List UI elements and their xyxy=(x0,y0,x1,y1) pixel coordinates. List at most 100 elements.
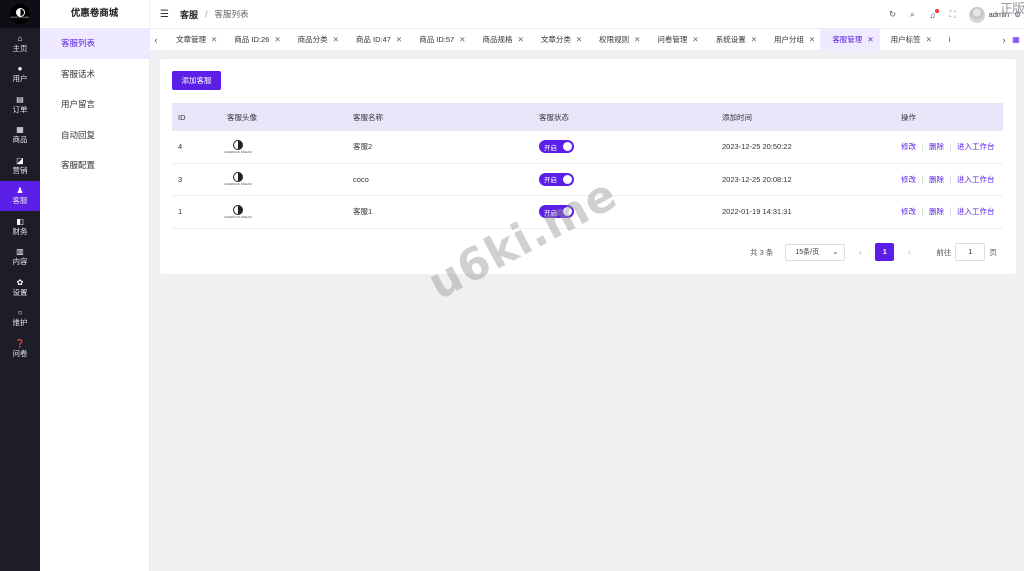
close-icon[interactable]: ✕ xyxy=(926,35,932,44)
tab-label: 文章分类 xyxy=(540,35,571,44)
status-toggle[interactable]: 开启 xyxy=(539,172,574,186)
add-service-button[interactable]: 添加客服 xyxy=(172,71,221,90)
goto-page-input[interactable]: 1 xyxy=(955,243,986,261)
fullscreen-icon[interactable]: ⛶ xyxy=(943,9,963,20)
rail-item-label: 问卷 xyxy=(12,348,28,358)
pagination: 共 3 条 15条/页 ⌄ ‹ 1 › 前往 1 页 xyxy=(750,243,997,261)
service-avatar[interactable]: AMERICAN DREAM xyxy=(224,204,252,220)
service-avatar[interactable]: AMERICAN DREAM xyxy=(224,139,252,155)
workbench-link[interactable]: 进入工作台 xyxy=(957,142,995,151)
tab-item[interactable]: 客服管理 ✕ xyxy=(820,29,880,51)
survey-icon: ❓ xyxy=(15,338,25,348)
close-icon[interactable]: ✕ xyxy=(211,35,217,44)
close-icon[interactable]: ✕ xyxy=(751,35,757,44)
submenu-item[interactable]: 客服列表 xyxy=(40,28,149,59)
status-toggle[interactable]: 开启 xyxy=(539,140,574,154)
service-icon: ♟ xyxy=(16,186,24,196)
tab-item[interactable]: 商品规格 ✕ xyxy=(471,29,530,51)
toggle-label: 开启 xyxy=(544,144,557,152)
service-avatar[interactable]: AMERICAN DREAM xyxy=(224,172,252,187)
rail-item-10[interactable]: ❓ 问卷 xyxy=(0,333,40,364)
prev-page-icon[interactable]: ‹ xyxy=(851,247,869,257)
cell-time: 2023-12-25 20:50:22 xyxy=(722,142,792,152)
breadcrumb-root[interactable]: 客服 xyxy=(180,8,198,21)
tab-label: 用户分组 xyxy=(774,35,805,44)
tab-item[interactable]: 问卷管理 ✕ xyxy=(645,29,704,51)
refresh-icon[interactable]: ↻ xyxy=(883,9,903,20)
next-page-icon[interactable]: › xyxy=(900,247,918,257)
tab-label: 用户标签 xyxy=(890,35,921,44)
col-avatar: 客服头像 xyxy=(227,112,257,122)
rail-item-8[interactable]: ✿ 设置 xyxy=(0,272,40,303)
submenu-item[interactable]: 用户留言 xyxy=(40,89,149,120)
tab-item[interactable]: 权限规则 ✕ xyxy=(587,29,646,51)
submenu-item[interactable]: 自动回复 xyxy=(40,120,149,151)
collapse-menu-icon[interactable]: ☰ xyxy=(160,9,172,20)
close-icon[interactable]: ✕ xyxy=(518,35,524,44)
edit-link[interactable]: 修改 xyxy=(901,142,916,151)
tabs-scroll-right-icon[interactable]: › xyxy=(998,29,1010,51)
home-icon: ⌂ xyxy=(17,33,23,43)
close-icon[interactable]: ✕ xyxy=(576,35,582,44)
rail-item-0[interactable]: ⌂ 主页 xyxy=(0,28,40,59)
rail-item-4[interactable]: ◪ 营销 xyxy=(0,150,40,181)
content-card: 添加客服 ID 客服头像 客服名称 客服状态 添加时间 操作 4 AMERICAN… xyxy=(160,59,1016,274)
tab-item[interactable]: 用户标签 ✕ xyxy=(879,29,938,51)
avatar-logo-text: AMERICAN DREAM xyxy=(224,149,252,154)
tabs-menu-icon[interactable]: ▦ xyxy=(1010,29,1022,51)
close-icon[interactable]: ✕ xyxy=(396,35,402,44)
close-icon[interactable]: ✕ xyxy=(867,35,873,44)
current-page[interactable]: 1 xyxy=(875,243,895,261)
page-size-select[interactable]: 15条/页 ⌄ xyxy=(785,243,846,261)
avatar-logo-text: AMERICAN DREAM xyxy=(224,214,252,219)
tabs-scroll-left-icon[interactable]: ‹ xyxy=(150,29,162,51)
workbench-link[interactable]: 进入工作台 xyxy=(957,207,995,216)
rail-item-3[interactable]: ▦ 商品 xyxy=(0,120,40,151)
close-icon[interactable]: ✕ xyxy=(274,35,280,44)
workbench-link[interactable]: 进入工作台 xyxy=(957,175,995,184)
avatar[interactable] xyxy=(968,6,985,23)
app-logo[interactable]: AMERICAN DREAM xyxy=(0,0,40,28)
close-icon[interactable]: ✕ xyxy=(692,35,698,44)
delete-link[interactable]: 删除 xyxy=(929,142,944,151)
goods-icon: ▦ xyxy=(16,125,24,135)
page-size-value: 15条/页 xyxy=(795,249,820,256)
rail-item-1[interactable]: ● 用户 xyxy=(0,59,40,90)
header-actions: ↻ ⌕ ♫ ⛶ admin ⚙ 正版 xyxy=(883,0,1024,29)
rail-item-2[interactable]: ▤ 订单 xyxy=(0,89,40,120)
tab-item[interactable]: 文章管理 ✕ xyxy=(164,29,223,51)
tab-item[interactable]: 系统设置 ✕ xyxy=(704,29,763,51)
submenu-item[interactable]: 客服配置 xyxy=(40,150,149,181)
bell-icon[interactable]: ♫ xyxy=(923,8,943,20)
brand-title: 优惠卷商城 xyxy=(70,8,119,19)
rail-item-5[interactable]: ♟ 客服 xyxy=(0,180,40,211)
tab-label: 问卷管理 xyxy=(657,35,688,44)
close-icon[interactable]: ✕ xyxy=(333,35,339,44)
delete-link[interactable]: 删除 xyxy=(929,175,944,184)
edit-link[interactable]: 修改 xyxy=(901,175,916,184)
cell-time: 2023-12-25 20:08:12 xyxy=(722,174,792,184)
rail-item-7[interactable]: ▥ 内容 xyxy=(0,242,40,273)
close-icon[interactable]: ✕ xyxy=(809,35,815,44)
table-header: ID 客服头像 客服名称 客服状态 添加时间 操作 xyxy=(172,103,1003,131)
rail-item-9[interactable]: ○ 维护 xyxy=(0,303,40,334)
tab-item[interactable]: 文章分类 ✕ xyxy=(529,29,588,51)
tab-label: 商品 ID:47 xyxy=(355,35,391,44)
tab-item[interactable]: 商品 ID:26 ✕ xyxy=(222,29,286,51)
rail-item-label: 内容 xyxy=(12,257,28,267)
tab-item[interactable]: 商品 ID:47 ✕ xyxy=(344,29,408,51)
search-icon[interactable]: ⌕ xyxy=(903,9,923,20)
tab-item[interactable]: 商品 ID:57 ✕ xyxy=(407,29,471,51)
submenu-item[interactable]: 客服话术 xyxy=(40,59,149,90)
edit-link[interactable]: 修改 xyxy=(901,207,916,216)
tabs-bar: ‹ 文章管理 ✕ 商品 ID:26 ✕ 商品分类 ✕ 商品 ID:47 ✕ 商品 ID:57 ✕ 商… xyxy=(150,29,1024,51)
delete-link[interactable]: 删除 xyxy=(929,207,944,216)
tab-item[interactable]: i xyxy=(937,29,957,51)
cell-id: 3 xyxy=(178,174,183,184)
tab-item[interactable]: 用户分组 ✕ xyxy=(762,29,821,51)
rail-item-6[interactable]: ◧ 财务 xyxy=(0,211,40,242)
close-icon[interactable]: ✕ xyxy=(634,35,640,44)
close-icon[interactable]: ✕ xyxy=(459,35,465,44)
breadcrumb-separator: / xyxy=(205,9,208,19)
tab-item[interactable]: 商品分类 ✕ xyxy=(286,29,345,51)
